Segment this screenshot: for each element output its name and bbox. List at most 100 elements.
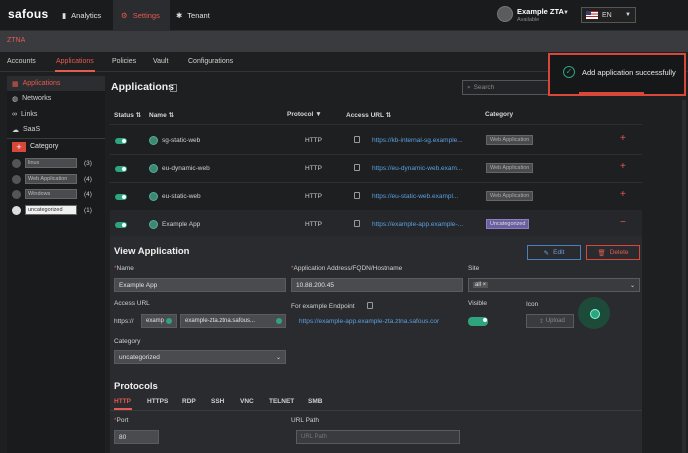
- category-dot-icon: [12, 174, 21, 184]
- tab-http[interactable]: HTTP: [114, 398, 131, 405]
- grid-icon: ▦: [12, 80, 19, 88]
- copy-icon[interactable]: [367, 302, 373, 309]
- category-label: Category: [114, 338, 141, 345]
- category-select[interactable]: uncategorized ⌄: [114, 350, 286, 364]
- name-field[interactable]: Example App: [114, 278, 286, 292]
- upload-button[interactable]: ⇪ Upload: [526, 314, 574, 328]
- status-toggle[interactable]: [115, 222, 127, 228]
- page-title: Applications: [111, 81, 175, 93]
- protocols-title: Protocols: [114, 381, 158, 392]
- tab-https[interactable]: HTTPS: [147, 398, 168, 405]
- category-item-web-application[interactable]: Web Application (4): [12, 173, 92, 185]
- table-row[interactable]: eu-dynamic-web HTTP https://eu-dynamic-w…: [110, 155, 642, 183]
- status-toggle[interactable]: [115, 166, 127, 172]
- tab-smb[interactable]: SMB: [308, 398, 322, 405]
- access-domain-select[interactable]: example-zta.ztna.safous...: [180, 314, 286, 328]
- check-icon: [166, 318, 173, 324]
- tab-ssh[interactable]: SSH: [211, 398, 224, 405]
- table-row[interactable]: sg-static-web HTTP https://kb-internal-s…: [110, 126, 642, 154]
- sidebar-item-saas[interactable]: ☁ SaaS: [7, 122, 105, 137]
- column-access-url[interactable]: Access URL ⇅: [346, 111, 391, 119]
- expand-plus-icon[interactable]: +: [620, 133, 626, 144]
- table-row[interactable]: eu-static-web HTTP https://eu-static-web…: [110, 183, 642, 210]
- copy-icon[interactable]: [354, 220, 360, 227]
- safous-logo[interactable]: safous: [8, 7, 48, 21]
- toast-progress-bar: [579, 92, 644, 95]
- access-url-prefix: https://: [114, 318, 134, 325]
- sidebar-divider: [7, 138, 105, 139]
- address-field[interactable]: 10.88.200.45: [291, 278, 463, 292]
- link-icon: ∞: [12, 111, 17, 118]
- icon-label: Icon: [526, 301, 539, 308]
- column-category: Category: [485, 111, 514, 118]
- add-category-button[interactable]: +: [12, 142, 26, 152]
- access-subdomain-field[interactable]: examp: [141, 314, 177, 328]
- sidebar-item-networks[interactable]: ◍ Networks: [7, 91, 105, 106]
- floating-action-icon[interactable]: [578, 297, 610, 329]
- address-label: *Application Address/FQDN/Hostname: [291, 265, 403, 272]
- category-title: Category: [30, 143, 59, 150]
- user-chevron-down-icon[interactable]: ▼: [563, 10, 569, 16]
- category-item-windows[interactable]: Windows (4): [12, 188, 92, 200]
- us-flag-icon: [586, 11, 598, 19]
- page-scrollbar[interactable]: [682, 100, 686, 453]
- url-path-input[interactable]: URL Path: [296, 430, 460, 444]
- column-protocol[interactable]: Protocol ▼: [287, 111, 322, 118]
- column-status[interactable]: Status ⇅: [114, 111, 141, 119]
- cloud-icon: ☁: [12, 126, 19, 134]
- site-tag: all ×: [473, 282, 489, 288]
- name-label: *Name: [114, 265, 134, 272]
- tab-policies[interactable]: Policies: [112, 58, 136, 65]
- site-select[interactable]: all × ⌄: [468, 278, 640, 292]
- tab-accounts[interactable]: Accounts: [7, 58, 36, 65]
- nav-tenant[interactable]: ✱ Tenant: [176, 0, 210, 31]
- user-name[interactable]: Example ZTA: [517, 7, 564, 16]
- tab-applications[interactable]: Applications: [56, 58, 94, 65]
- expand-plus-icon[interactable]: +: [620, 161, 626, 172]
- endpoint-label: For example Endpoint: [291, 303, 355, 310]
- chevron-down-icon: ⌄: [629, 282, 635, 289]
- tab-rdp[interactable]: RDP: [182, 398, 196, 405]
- copy-icon[interactable]: [354, 164, 360, 171]
- sidebar-item-links[interactable]: ∞ Links: [7, 107, 105, 122]
- category-item-uncategorized[interactable]: uncategorized (1): [12, 204, 92, 216]
- gear-icon: ⚙: [121, 11, 128, 20]
- trash-icon: 🗑: [597, 249, 606, 257]
- status-toggle[interactable]: [115, 194, 127, 200]
- copy-icon[interactable]: [354, 192, 360, 199]
- category-item-linux[interactable]: linux (3): [12, 157, 92, 169]
- column-name[interactable]: Name ⇅: [149, 111, 174, 119]
- app-icon: [149, 220, 158, 229]
- collapse-minus-icon[interactable]: −: [620, 217, 626, 228]
- tab-configurations[interactable]: Configurations: [188, 58, 233, 65]
- filter-icon: ▼: [315, 111, 322, 118]
- header-divider: [110, 124, 642, 125]
- status-toggle[interactable]: [115, 138, 127, 144]
- port-field[interactable]: 80: [114, 430, 159, 444]
- nav-settings[interactable]: ⚙ Settings: [113, 0, 170, 31]
- nav-analytics[interactable]: ▮ Analytics: [62, 0, 101, 31]
- copy-icon[interactable]: [354, 136, 360, 143]
- endpoint-url[interactable]: https://example-app.example-zta.ztna.saf…: [299, 318, 439, 325]
- tab-vnc[interactable]: VNC: [240, 398, 254, 405]
- language-select[interactable]: EN ▼: [581, 7, 636, 23]
- tab-vault[interactable]: Vault: [153, 58, 168, 65]
- breadcrumb: ZTNA: [7, 37, 26, 44]
- access-url-label: Access URL: [114, 300, 150, 307]
- avatar[interactable]: [497, 6, 513, 22]
- document-icon[interactable]: [170, 84, 177, 92]
- tab-telnet[interactable]: TELNET: [269, 398, 294, 405]
- user-status: Available: [517, 17, 540, 23]
- delete-button[interactable]: 🗑 Delete: [586, 245, 640, 260]
- protocol-tabs-divider: [110, 410, 642, 411]
- search-input[interactable]: ⌕ Search: [462, 80, 562, 95]
- expand-plus-icon[interactable]: +: [620, 189, 626, 200]
- chevron-down-icon: ▼: [625, 12, 631, 18]
- table-row[interactable]: Example App HTTP https://example-app.exa…: [110, 210, 642, 237]
- edit-button[interactable]: ✎ Edit: [527, 245, 581, 260]
- url-path-label: URL Path: [291, 417, 319, 424]
- sidebar-item-applications[interactable]: ▦ Applications: [7, 76, 105, 91]
- globe-icon: ◍: [12, 95, 19, 103]
- visible-toggle[interactable]: [468, 317, 488, 326]
- check-circle-icon: ✓: [563, 66, 575, 78]
